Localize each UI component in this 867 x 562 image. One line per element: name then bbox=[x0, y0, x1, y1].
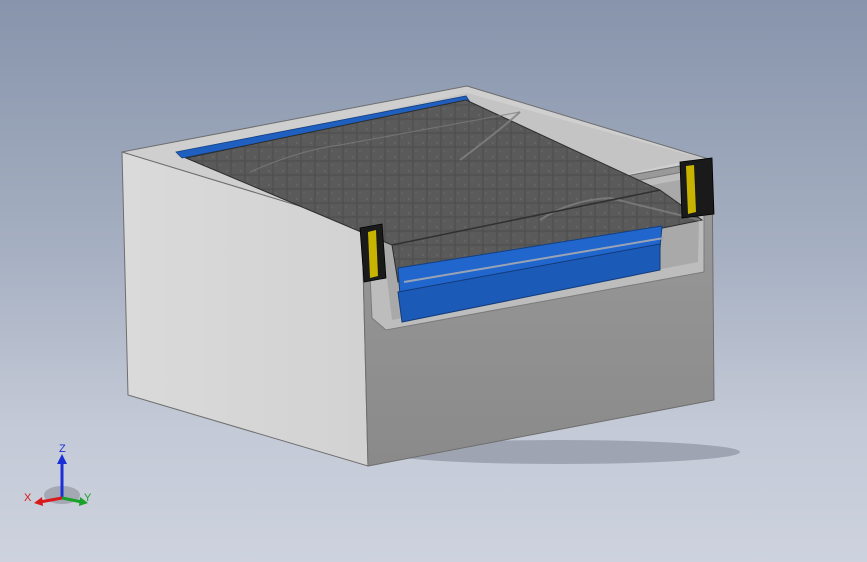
axis-y-label: Y bbox=[84, 492, 92, 504]
graphics-viewport[interactable]: Z X Y bbox=[0, 0, 867, 562]
axis-x-label: X bbox=[24, 492, 32, 504]
bumper-pad-right bbox=[679, 157, 715, 219]
model-scene[interactable] bbox=[0, 0, 867, 562]
coordinate-triad[interactable]: Z X Y bbox=[18, 440, 98, 520]
axis-z-label: Z bbox=[59, 443, 66, 455]
triad-graphic bbox=[34, 454, 88, 506]
bumper-pad-left bbox=[359, 223, 387, 283]
